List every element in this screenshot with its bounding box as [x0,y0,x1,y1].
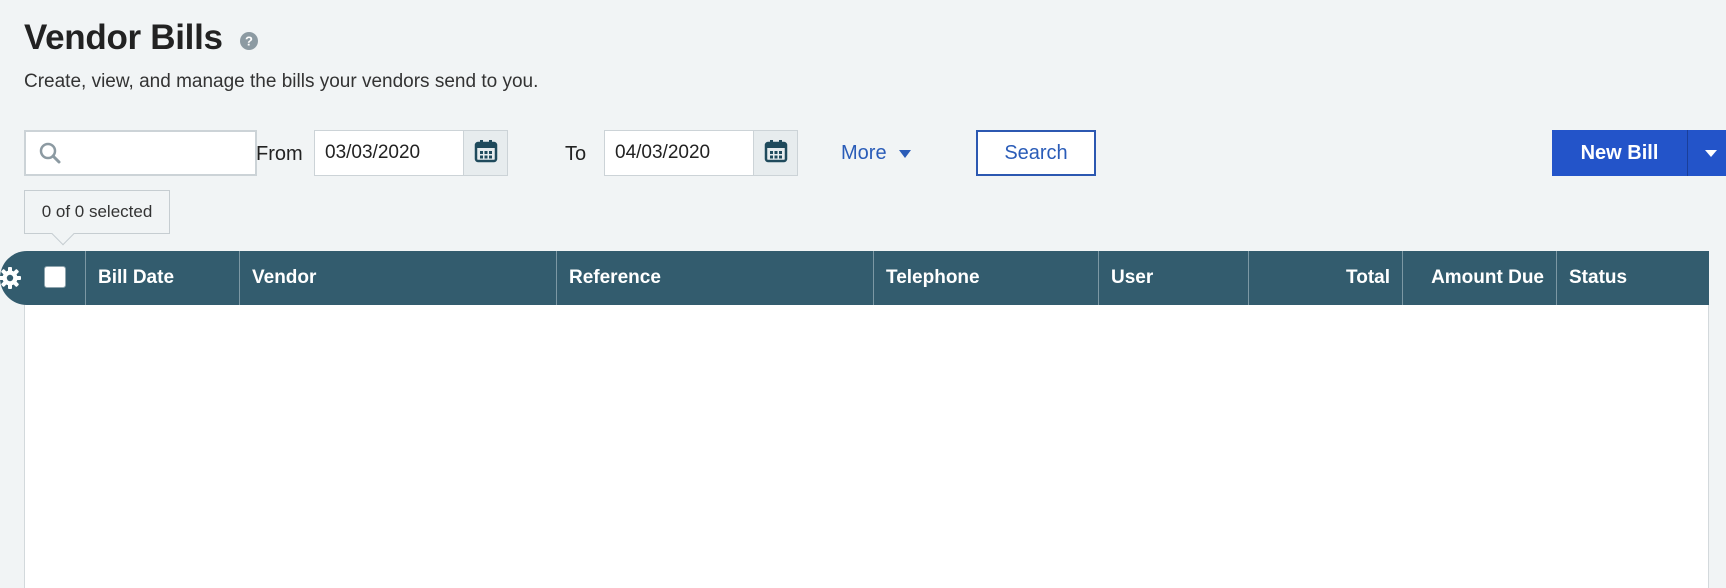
column-label: Vendor [252,267,317,288]
to-date-input[interactable] [605,131,753,175]
to-calendar-button[interactable] [753,131,797,175]
column-label: Status [1569,267,1628,288]
gear-icon[interactable] [0,266,22,290]
column-header-vendor[interactable]: Vendor [239,251,556,305]
from-calendar-button[interactable] [463,131,507,175]
column-label: User [1111,267,1154,288]
column-label: Reference [569,267,661,288]
filter-toolbar: From To [24,130,1726,176]
to-label: To [565,143,587,165]
caret-down-icon [1704,149,1717,157]
selection-count-tooltip: 0 of 0 selected [24,190,170,246]
from-date-input[interactable] [315,131,463,175]
column-header-telephone[interactable]: Telephone [873,251,1098,305]
column-header-bill-date[interactable]: Bill Date [85,251,239,305]
help-circle-icon[interactable]: ? [239,31,259,51]
column-label: Bill Date [98,267,175,288]
search-button[interactable]: Search [976,130,1096,176]
svg-text:?: ? [245,34,253,49]
search-icon [38,141,62,165]
column-header-amount-due[interactable]: Amount Due [1402,251,1556,305]
column-label: Total [1346,267,1390,288]
selection-count-text: 0 of 0 selected [41,202,153,221]
column-header-total[interactable]: Total [1248,251,1402,305]
calendar-icon [474,139,498,168]
from-label: From [256,143,303,165]
new-bill-button[interactable]: New Bill [1552,130,1687,176]
from-date-field [314,130,508,176]
table-header: Bill Date Vendor Reference Telephone Use… [0,251,1709,305]
calendar-icon [764,139,788,168]
title-row: Vendor Bills ? [24,18,259,58]
more-label: More [841,142,887,164]
column-header-user[interactable]: User [1098,251,1248,305]
tooltip-arrow [51,222,75,246]
table-body [24,305,1709,588]
caret-down-icon [898,149,911,158]
select-all-checkbox[interactable] [44,266,66,288]
new-bill-split-button: New Bill [1552,130,1726,176]
column-header-status[interactable]: Status [1556,251,1709,305]
column-label: Telephone [886,267,980,288]
new-bill-dropdown-button[interactable] [1687,130,1726,176]
to-date-field [604,130,798,176]
page-title: Vendor Bills [24,18,223,57]
column-header-reference[interactable]: Reference [556,251,873,305]
page-subtitle: Create, view, and manage the bills your … [24,71,539,92]
search-box[interactable] [24,130,302,176]
column-label: Amount Due [1431,267,1544,288]
more-filters-button[interactable]: More [841,142,911,165]
